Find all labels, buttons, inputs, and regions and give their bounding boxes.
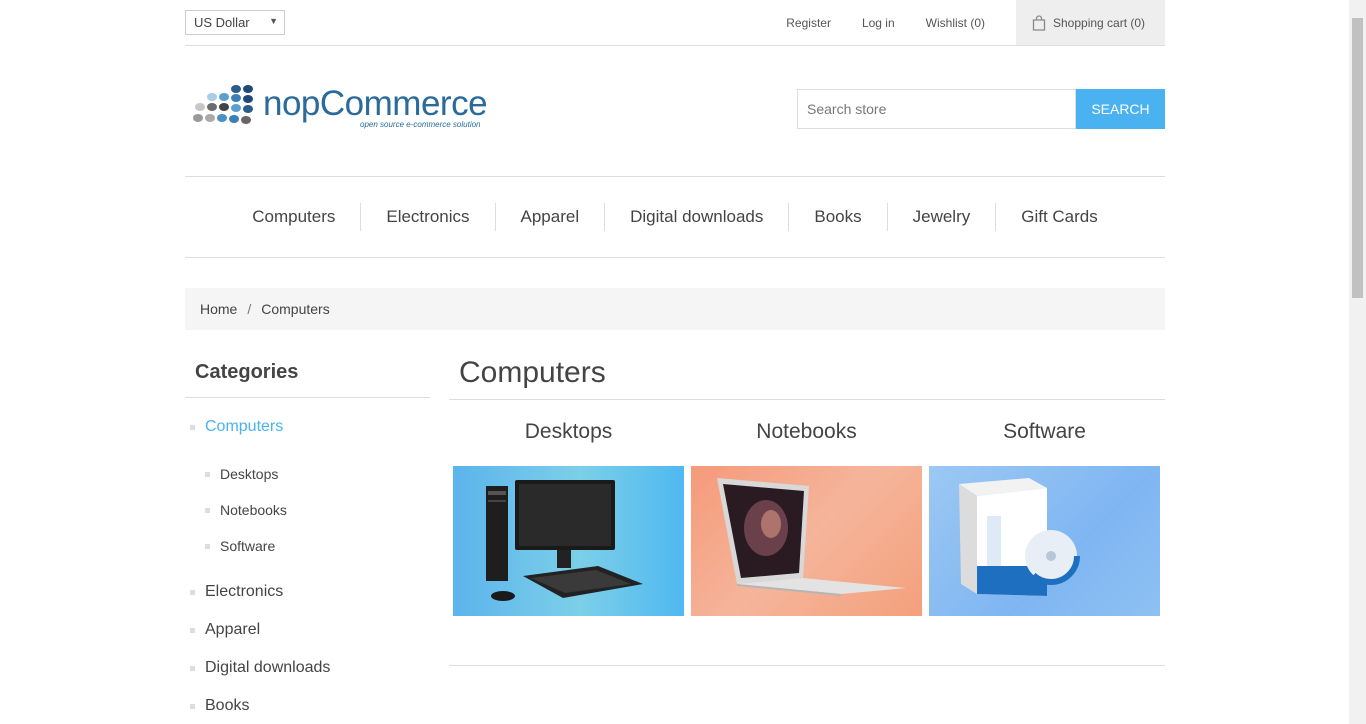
menu-item-books[interactable]: Books	[788, 203, 886, 231]
subcategory-group: Desktops Notebooks Software	[185, 446, 430, 573]
menu-item-digital-downloads[interactable]: Digital downloads	[604, 203, 788, 231]
register-link[interactable]: Register	[786, 16, 831, 30]
logo-name: nopCommerce	[263, 84, 488, 123]
logo-tagline: open source e-commerce solution	[360, 120, 481, 129]
subcategory-title[interactable]: Desktops	[453, 421, 684, 466]
login-link[interactable]: Log in	[862, 16, 895, 30]
logo-dots-icon	[193, 85, 253, 124]
subcategory-list: Desktops Notebooks Software	[185, 446, 430, 573]
currency-selector[interactable]: US Dollar ▼	[185, 10, 285, 35]
category-list: Computers Desktops Notebooks Software El…	[185, 408, 430, 724]
chevron-down-icon: ▼	[269, 16, 278, 26]
sidebar-title: Categories	[185, 353, 430, 398]
page-scrollbar[interactable]	[1349, 0, 1366, 724]
search-input[interactable]	[797, 89, 1076, 129]
top-menu: Computers Electronics Apparel Digital do…	[185, 176, 1165, 258]
sidebar: Categories Computers Desktops Notebooks …	[185, 353, 430, 724]
shopping-bag-icon	[1032, 14, 1046, 31]
main-content: Computers Desktops Notebooks Software	[449, 353, 1165, 666]
software-box-illustration	[959, 478, 1080, 596]
desktop-illustration	[486, 480, 643, 601]
software-package-image[interactable]	[929, 466, 1160, 616]
breadcrumb-separator: /	[247, 301, 252, 317]
logo[interactable]: nopCommerce open source e-commerce solut…	[190, 82, 490, 134]
subcategory-grid: Desktops Notebooks Software	[449, 421, 1165, 616]
wishlist-link[interactable]: Wishlist (0)	[926, 16, 985, 30]
sidebar-item-books[interactable]: Books	[185, 687, 430, 724]
section-divider	[449, 665, 1165, 666]
breadcrumb: Home / Computers	[185, 288, 1165, 330]
subcategory-title[interactable]: Notebooks	[691, 421, 922, 466]
sidebar-item-electronics[interactable]: Electronics	[185, 573, 430, 611]
breadcrumb-current: Computers	[261, 301, 330, 317]
subcategory-title[interactable]: Software	[929, 421, 1160, 466]
header-upper: US Dollar ▼ Register Log in Wishlist (0)…	[185, 0, 1165, 46]
sidebar-item-software[interactable]: Software	[185, 528, 430, 564]
menu-item-computers[interactable]: Computers	[227, 203, 360, 231]
menu-item-electronics[interactable]: Electronics	[360, 203, 494, 231]
currency-value: US Dollar	[194, 15, 250, 30]
scrollbar-thumb[interactable]	[1352, 18, 1363, 298]
menu-item-apparel[interactable]: Apparel	[494, 203, 605, 231]
header-lower: nopCommerce open source e-commerce solut…	[185, 46, 1165, 176]
shopping-cart-link[interactable]: Shopping cart (0)	[1016, 0, 1165, 45]
laptop-illustration	[717, 478, 906, 596]
cart-label: Shopping cart (0)	[1053, 15, 1146, 30]
search-button[interactable]: Search	[1076, 89, 1165, 129]
sidebar-item-digital-downloads[interactable]: Digital downloads	[185, 649, 430, 687]
desktop-computer-image[interactable]	[453, 466, 684, 616]
menu-item-jewelry[interactable]: Jewelry	[886, 203, 996, 231]
page-title: Computers	[449, 353, 1165, 400]
sidebar-item-computers[interactable]: Computers	[185, 408, 430, 446]
subcategory-card-desktops[interactable]: Desktops	[453, 421, 684, 616]
laptop-image[interactable]	[691, 466, 922, 616]
subcategory-card-software[interactable]: Software	[929, 421, 1160, 616]
menu-item-gift-cards[interactable]: Gift Cards	[995, 203, 1123, 231]
breadcrumb-home[interactable]: Home	[200, 301, 237, 317]
header-links: Register Log in Wishlist (0) Shopping ca…	[786, 0, 1165, 45]
sidebar-item-desktops[interactable]: Desktops	[185, 456, 430, 492]
page-container: US Dollar ▼ Register Log in Wishlist (0)…	[185, 0, 1165, 330]
sidebar-item-notebooks[interactable]: Notebooks	[185, 492, 430, 528]
sidebar-item-apparel[interactable]: Apparel	[185, 611, 430, 649]
search-box: Search	[797, 89, 1165, 129]
subcategory-card-notebooks[interactable]: Notebooks	[691, 421, 922, 616]
